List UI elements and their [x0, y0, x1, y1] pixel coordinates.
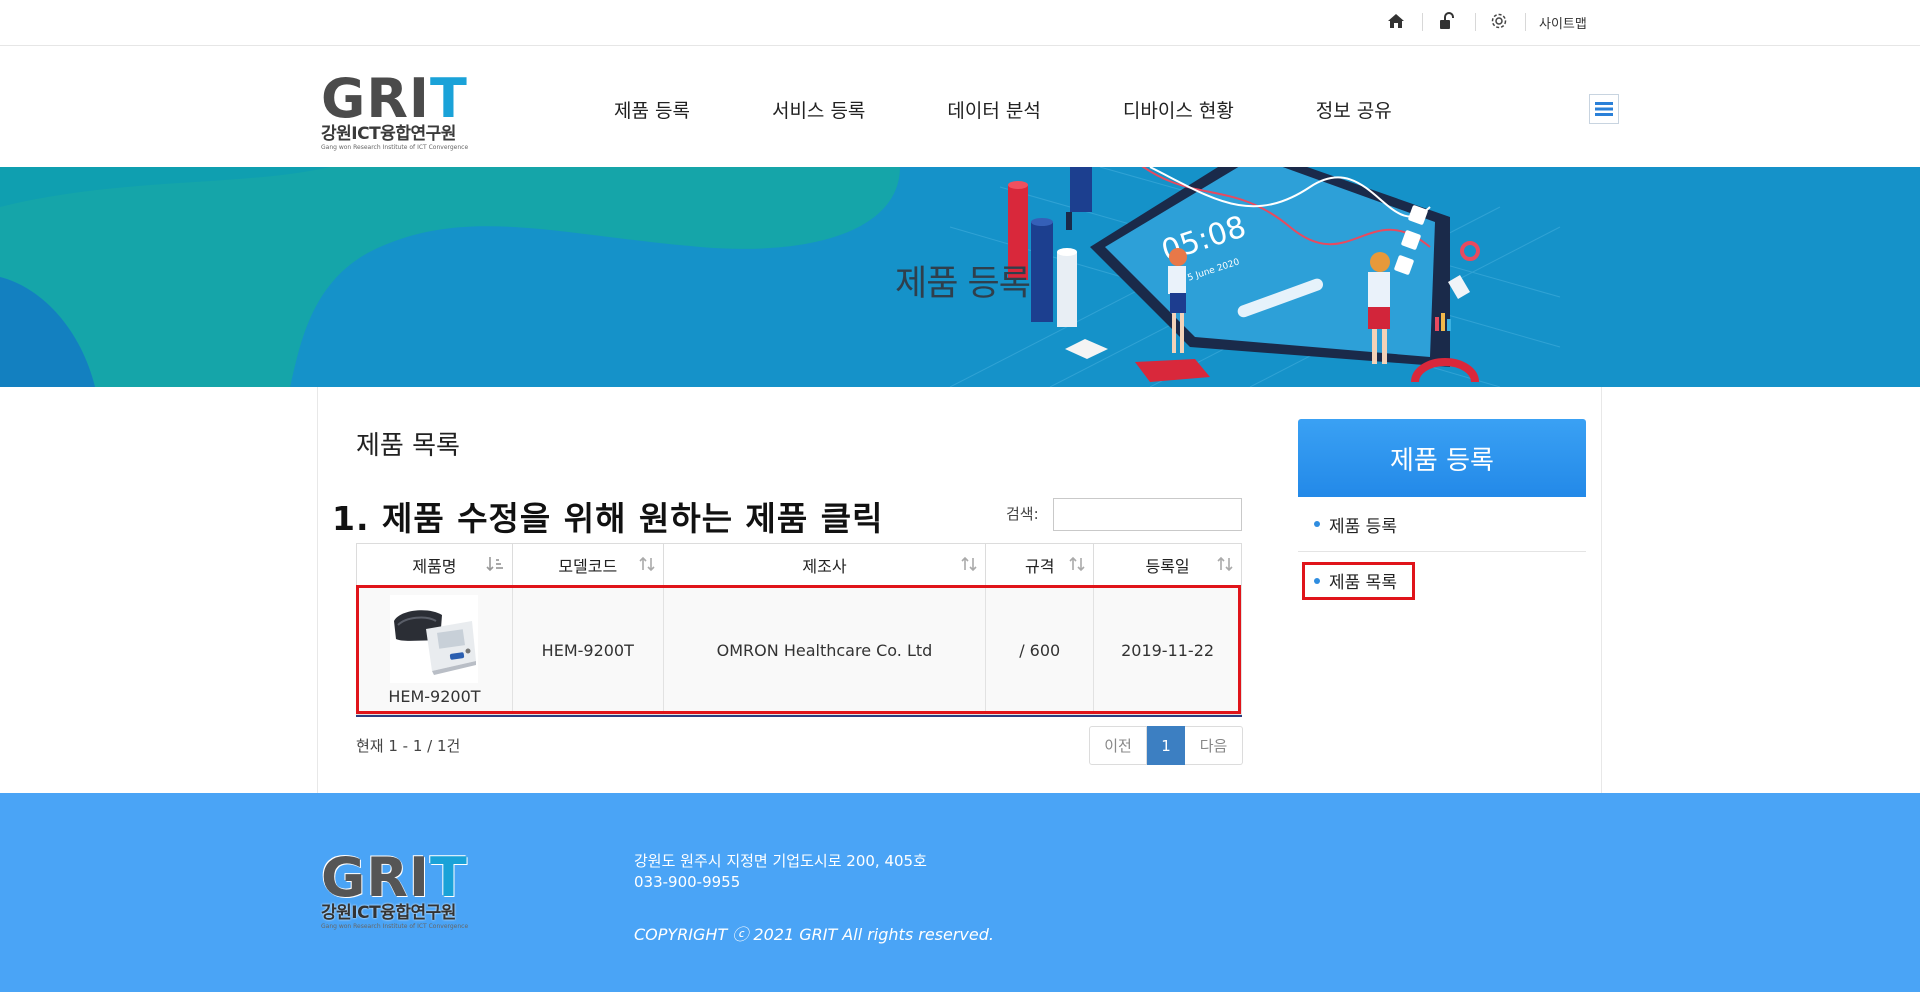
column-header-registered-date[interactable]: 등록일 — [1093, 543, 1242, 586]
column-header-product-name[interactable]: 제품명 — [356, 543, 513, 586]
search-label: 검색: — [1006, 505, 1039, 523]
column-header-label: 모델코드 — [558, 556, 618, 576]
nav-item-data-analysis[interactable]: 데이터 분석 — [947, 96, 1040, 123]
cell-manufacturer[interactable]: OMRON Healthcare Co. Ltd — [662, 585, 987, 715]
header: GRIT 강원ICT융합연구원 Gang won Research Instit… — [0, 46, 1920, 167]
sort-icon — [639, 556, 655, 576]
table-row[interactable]: HEM-9200T HEM-9200T OMRON Healthcare Co.… — [356, 585, 1242, 715]
banner-title: 제품 등록 — [895, 264, 1031, 304]
column-header-spec[interactable]: 규격 — [985, 543, 1095, 586]
pagination-next-button[interactable]: 다음 — [1185, 726, 1243, 765]
logo-letters-gri: GRI — [321, 846, 430, 909]
cell-registered-date[interactable]: 2019-11-22 — [1093, 585, 1242, 715]
column-header-label: 제품명 — [412, 556, 457, 576]
footer: GRIT 강원ICT융합연구원 Gang won Research Instit… — [0, 793, 1920, 992]
utility-divider — [1525, 13, 1526, 31]
logo-subtitle: 강원ICT융합연구원 — [321, 124, 456, 144]
sort-icon — [1069, 556, 1085, 576]
search-input[interactable] — [1053, 498, 1242, 531]
logo-wordmark: GRIT — [321, 851, 468, 905]
home-icon[interactable] — [1385, 10, 1407, 32]
nav-item-service-register[interactable]: 서비스 등록 — [772, 96, 865, 123]
side-item-product-list[interactable]: 제품 목록 — [1298, 553, 1586, 608]
column-header-label: 등록일 — [1145, 556, 1190, 576]
sort-desc-icon — [486, 556, 504, 576]
side-menu-title: 제품 등록 — [1298, 419, 1586, 497]
logo-letter-t: T — [430, 67, 468, 130]
side-item-product-register[interactable]: 제품 등록 — [1298, 497, 1586, 552]
page: 사이트맵 GRIT 강원ICT융합연구원 Gang won Research I… — [0, 0, 1920, 992]
utility-divider — [1422, 13, 1423, 31]
logo-wordmark: GRIT — [321, 72, 477, 126]
bullet-icon — [1314, 577, 1320, 584]
logo-letter-t: T — [430, 846, 468, 909]
column-header-model-code[interactable]: 모델코드 — [511, 543, 664, 586]
pagination: 이전 1 다음 — [1089, 726, 1243, 765]
logo-tagline: Gang won Research Institute of ICT Conve… — [321, 923, 469, 930]
pagination-page-1[interactable]: 1 — [1147, 726, 1185, 765]
column-header-manufacturer[interactable]: 제조사 — [662, 543, 987, 586]
column-header-label: 제조사 — [802, 556, 847, 576]
utility-bar: 사이트맵 — [0, 0, 1920, 46]
logo-subtitle: 강원ICT융합연구원 — [321, 903, 456, 923]
page-title: 제품 목록 — [356, 431, 460, 461]
footer-copyright: COPYRIGHT ⓒ 2021 GRIT All rights reserve… — [634, 925, 994, 944]
cell-spec[interactable]: / 600 — [985, 585, 1095, 715]
unlock-icon[interactable] — [1436, 10, 1458, 32]
hamburger-menu-button[interactable] — [1589, 94, 1619, 124]
footer-address: 강원도 원주시 지정면 기업도시로 200, 405호 — [634, 852, 927, 870]
footer-logo: GRIT 강원ICT융합연구원 Gang won Research Instit… — [321, 851, 469, 931]
footer-phone: 033-900-9955 — [634, 873, 741, 891]
product-table: 제품명 모델코드 제조사 규격 등록일 HEM-9200T HEM-9200T … — [356, 543, 1242, 715]
bullet-icon — [1314, 521, 1320, 527]
sitemap-link[interactable]: 사이트맵 — [1539, 13, 1587, 32]
page-banner: 05:08 5 June 2020 제품 등록 — [0, 167, 1920, 387]
logo-letters-gri: GRI — [321, 67, 430, 130]
nav-item-device-status[interactable]: 디바이스 현황 — [1123, 96, 1234, 123]
side-item-label: 제품 등록 — [1329, 516, 1397, 537]
sort-icon — [1217, 556, 1233, 576]
nav-item-info-share[interactable]: 정보 공유 — [1316, 96, 1392, 123]
result-count: 현재 1 - 1 / 1건 — [356, 737, 461, 755]
cell-model-code[interactable]: HEM-9200T — [511, 585, 664, 715]
instruction-annotation: 1. 제품 수정을 위해 원하는 제품 클릭 — [332, 499, 884, 538]
side-item-label: 제품 목록 — [1329, 573, 1397, 593]
table-header-row: 제품명 모델코드 제조사 규격 등록일 — [356, 543, 1242, 586]
main-nav: 제품 등록 서비스 등록 데이터 분석 디바이스 현황 정보 공유 — [614, 96, 1392, 123]
pagination-prev-button[interactable]: 이전 — [1089, 726, 1147, 765]
grit-logo[interactable]: GRIT 강원ICT융합연구원 Gang won Research Instit… — [321, 72, 477, 152]
utility-divider — [1475, 13, 1476, 31]
sort-icon — [961, 556, 977, 576]
column-header-label: 규격 — [1024, 556, 1055, 576]
product-thumbnail[interactable] — [390, 594, 479, 683]
logo-tagline: Gang won Research Institute of ICT Conve… — [321, 144, 469, 151]
product-name[interactable]: HEM-9200T — [357, 687, 512, 706]
table-bottom-line — [356, 715, 1242, 717]
cell-product[interactable]: HEM-9200T — [356, 585, 513, 715]
gear-icon[interactable] — [1488, 10, 1510, 32]
hamburger-icon — [1595, 102, 1613, 116]
blood-pressure-monitor-image — [390, 598, 479, 679]
nav-item-product-register[interactable]: 제품 등록 — [614, 96, 690, 123]
